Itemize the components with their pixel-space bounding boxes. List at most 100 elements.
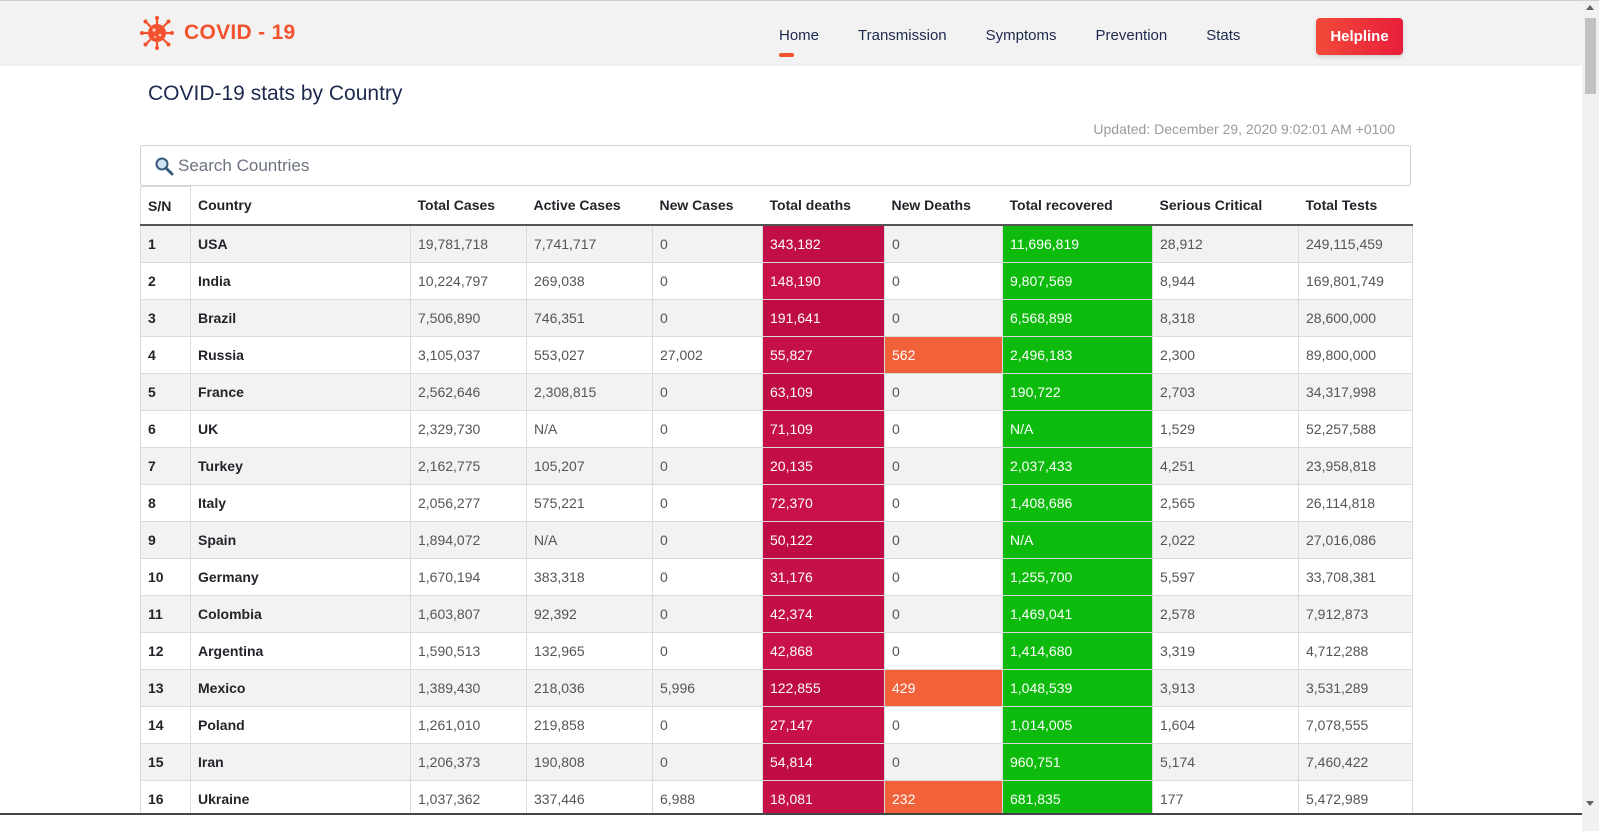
header-active-cases[interactable]: Active Cases xyxy=(526,186,653,226)
cell-total-cases: 2,562,646 xyxy=(410,373,527,411)
navbar: COVID - 19 Home Transmission Symptoms Pr… xyxy=(0,1,1582,66)
table-row[interactable]: 4 Russia 3,105,037 553,027 27,002 55,827 562 2,… xyxy=(140,336,1413,374)
cell-active-cases: 2,308,815 xyxy=(526,373,653,411)
nav-home[interactable]: Home xyxy=(779,27,819,57)
scroll-down-arrow-icon[interactable] xyxy=(1586,801,1594,806)
cell-total-recovered: 6,568,898 xyxy=(1002,299,1153,337)
search-input[interactable] xyxy=(178,146,1398,185)
cell-total-tests: 7,460,422 xyxy=(1298,743,1413,781)
cell-country: Brazil xyxy=(190,299,411,337)
nav-stats[interactable]: Stats xyxy=(1206,27,1240,44)
header-total-recovered[interactable]: Total recovered xyxy=(1002,186,1153,226)
cell-total-cases: 2,329,730 xyxy=(410,410,527,448)
nav-prevention[interactable]: Prevention xyxy=(1096,27,1168,44)
header-sn[interactable]: S/N xyxy=(140,186,191,226)
table-row[interactable]: 15 Iran 1,206,373 190,808 0 54,814 0 960,751 5,1… xyxy=(140,743,1413,781)
cell-active-cases: 383,318 xyxy=(526,558,653,596)
cell-total-deaths: 55,827 xyxy=(762,336,885,374)
stats-table-wrap: S/N Country Total Cases Active Cases New Cas… xyxy=(140,186,1413,818)
cell-active-cases: 553,027 xyxy=(526,336,653,374)
cell-new-deaths: 0 xyxy=(884,632,1003,670)
table-row[interactable]: 2 India 10,224,797 269,038 0 148,190 0 9,807,56… xyxy=(140,262,1413,300)
cell-new-deaths: 0 xyxy=(884,410,1003,448)
cell-total-tests: 4,712,288 xyxy=(1298,632,1413,670)
table-row[interactable]: 11 Colombia 1,603,807 92,392 0 42,374 0 1,469,0… xyxy=(140,595,1413,633)
table-body: 1 USA 19,781,718 7,741,717 0 343,182 0 11,696,8… xyxy=(140,224,1413,818)
cell-serious-critical: 177 xyxy=(1152,780,1299,818)
cell-sn: 15 xyxy=(140,743,191,781)
table-row[interactable]: 9 Spain 1,894,072 N/A 0 50,122 0 N/A 2,022 27,016… xyxy=(140,521,1413,559)
header-country[interactable]: Country xyxy=(190,186,411,226)
header-new-cases[interactable]: New Cases xyxy=(652,186,763,226)
vertical-scrollbar[interactable] xyxy=(1582,1,1599,831)
scroll-up-arrow-icon[interactable] xyxy=(1586,5,1594,10)
header-serious-critical[interactable]: Serious Critical xyxy=(1152,186,1299,226)
cell-total-cases: 1,261,010 xyxy=(410,706,527,744)
cell-total-recovered: 2,496,183 xyxy=(1002,336,1153,374)
cell-sn: 1 xyxy=(140,224,191,263)
cell-total-deaths: 42,868 xyxy=(762,632,885,670)
cell-serious-critical: 4,251 xyxy=(1152,447,1299,485)
table-row[interactable]: 10 Germany 1,670,194 383,318 0 31,176 0 1,255,7… xyxy=(140,558,1413,596)
cell-active-cases: 7,741,717 xyxy=(526,224,653,263)
cell-total-tests: 34,317,998 xyxy=(1298,373,1413,411)
stats-table: S/N Country Total Cases Active Cases New Cas… xyxy=(140,186,1413,818)
cell-new-cases: 0 xyxy=(652,299,763,337)
cell-new-cases: 0 xyxy=(652,632,763,670)
table-row[interactable]: 16 Ukraine 1,037,362 337,446 6,988 18,081 232 6… xyxy=(140,780,1413,818)
header-new-deaths[interactable]: New Deaths xyxy=(884,186,1003,226)
cell-sn: 9 xyxy=(140,521,191,559)
table-row[interactable]: 6 UK 2,329,730 N/A 0 71,109 0 N/A 1,529 52,257,58… xyxy=(140,410,1413,448)
cell-sn: 5 xyxy=(140,373,191,411)
header-total-cases[interactable]: Total Cases xyxy=(410,186,527,226)
cell-new-deaths: 0 xyxy=(884,521,1003,559)
cell-serious-critical: 3,319 xyxy=(1152,632,1299,670)
table-row[interactable]: 1 USA 19,781,718 7,741,717 0 343,182 0 11,696,8… xyxy=(140,224,1413,263)
table-row[interactable]: 8 Italy 2,056,277 575,221 0 72,370 0 1,408,686 2… xyxy=(140,484,1413,522)
scroll-thumb[interactable] xyxy=(1585,18,1596,94)
table-row[interactable]: 7 Turkey 2,162,775 105,207 0 20,135 0 2,037,433… xyxy=(140,447,1413,485)
helpline-button[interactable]: Helpline xyxy=(1316,18,1403,55)
table-row[interactable]: 12 Argentina 1,590,513 132,965 0 42,868 0 1,414… xyxy=(140,632,1413,670)
cell-total-deaths: 18,081 xyxy=(762,780,885,818)
cell-total-deaths: 31,176 xyxy=(762,558,885,596)
nav-transmission[interactable]: Transmission xyxy=(858,27,947,44)
table-row[interactable]: 14 Poland 1,261,010 219,858 0 27,147 0 1,014,00… xyxy=(140,706,1413,744)
table-row[interactable]: 5 France 2,562,646 2,308,815 0 63,109 0 190,722… xyxy=(140,373,1413,411)
cell-sn: 4 xyxy=(140,336,191,374)
table-row[interactable]: 13 Mexico 1,389,430 218,036 5,996 122,855 429 1… xyxy=(140,669,1413,707)
cell-new-deaths: 0 xyxy=(884,373,1003,411)
search-box[interactable] xyxy=(140,145,1411,186)
cell-country: Germany xyxy=(190,558,411,596)
header-total-tests[interactable]: Total Tests xyxy=(1298,186,1413,226)
cell-new-cases: 0 xyxy=(652,224,763,263)
cell-new-deaths: 0 xyxy=(884,743,1003,781)
cell-sn: 13 xyxy=(140,669,191,707)
cell-total-tests: 169,801,749 xyxy=(1298,262,1413,300)
cell-new-deaths: 0 xyxy=(884,447,1003,485)
cell-new-deaths: 0 xyxy=(884,299,1003,337)
cell-total-tests: 33,708,381 xyxy=(1298,558,1413,596)
cell-serious-critical: 1,604 xyxy=(1152,706,1299,744)
cell-active-cases: 575,221 xyxy=(526,484,653,522)
table-row[interactable]: 3 Brazil 7,506,890 746,351 0 191,641 0 6,568,89… xyxy=(140,299,1413,337)
brand[interactable]: COVID - 19 xyxy=(140,16,296,50)
cell-total-tests: 249,115,459 xyxy=(1298,224,1413,263)
cell-total-recovered: 2,037,433 xyxy=(1002,447,1153,485)
cell-active-cases: 190,808 xyxy=(526,743,653,781)
cell-total-deaths: 42,374 xyxy=(762,595,885,633)
cell-new-cases: 0 xyxy=(652,373,763,411)
cell-country: Mexico xyxy=(190,669,411,707)
updated-timestamp: Updated: December 29, 2020 9:02:01 AM +0… xyxy=(1093,121,1395,137)
cell-new-deaths: 0 xyxy=(884,595,1003,633)
cell-total-cases: 1,590,513 xyxy=(410,632,527,670)
cell-serious-critical: 3,913 xyxy=(1152,669,1299,707)
below-area xyxy=(0,815,1582,831)
nav-symptoms[interactable]: Symptoms xyxy=(986,27,1057,44)
cell-total-deaths: 27,147 xyxy=(762,706,885,744)
cell-serious-critical: 2,578 xyxy=(1152,595,1299,633)
cell-sn: 6 xyxy=(140,410,191,448)
header-total-deaths[interactable]: Total deaths xyxy=(762,186,885,226)
cell-sn: 3 xyxy=(140,299,191,337)
cell-country: Turkey xyxy=(190,447,411,485)
